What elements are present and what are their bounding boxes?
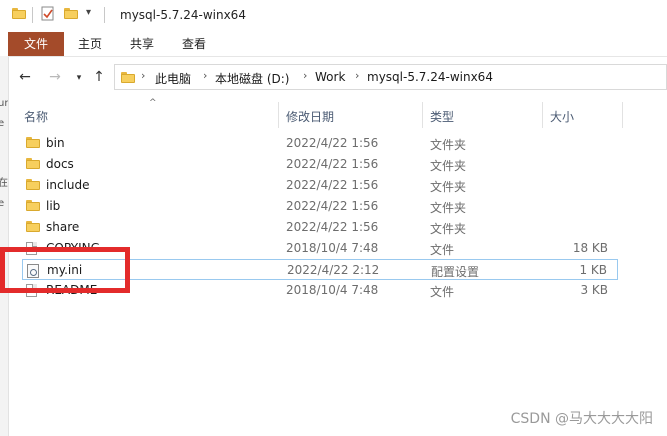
file-date: 2022/4/22 1:56 — [286, 178, 379, 192]
breadcrumb-current-folder[interactable]: mysql-5.7.24-winx64 — [367, 70, 493, 84]
file-date: 2022/4/22 1:56 — [286, 199, 379, 213]
tab-file[interactable]: 文件 — [8, 32, 64, 56]
file-name: lib — [46, 199, 61, 213]
file-name: share — [46, 220, 80, 234]
folder-icon — [26, 158, 40, 169]
breadcrumb-separator-icon[interactable]: › — [303, 69, 307, 82]
background-text: 在 — [0, 174, 8, 189]
file-size: 3 KB — [580, 283, 608, 297]
divider — [32, 7, 33, 23]
address-bar[interactable]: › 此电脑 › 本地磁盘 (D:) › Work › mysql-5.7.24-… — [114, 64, 667, 90]
list-item[interactable]: share 2022/4/22 1:56 文件夹 — [22, 217, 618, 238]
folder-icon — [26, 200, 40, 211]
folder-icon — [26, 221, 40, 232]
breadcrumb-local-disk[interactable]: 本地磁盘 (D:) — [215, 70, 289, 87]
column-headers: ^ 名称 修改日期 类型 大小 — [8, 98, 628, 130]
file-type: 文件 — [430, 243, 455, 257]
list-item[interactable]: bin 2022/4/22 1:56 文件夹 — [22, 133, 618, 154]
tab-home[interactable]: 主页 — [68, 32, 112, 56]
file-size: 18 KB — [572, 241, 608, 255]
file-date: 2018/10/4 7:48 — [286, 241, 379, 255]
sort-ascending-icon: ^ — [149, 98, 157, 108]
file-type: 文件夹 — [430, 201, 467, 215]
list-item[interactable]: docs 2022/4/22 1:56 文件夹 — [22, 154, 618, 175]
file-name: bin — [46, 136, 65, 150]
folder-icon — [121, 72, 135, 83]
file-date: 2022/4/22 1:56 — [286, 157, 379, 171]
back-arrow-icon[interactable]: ← — [16, 68, 34, 86]
highlight-annotation-box — [0, 247, 130, 293]
column-divider[interactable] — [422, 102, 423, 128]
background-text: e — [0, 198, 4, 209]
breadcrumb-this-pc[interactable]: 此电脑 — [155, 70, 191, 87]
column-divider[interactable] — [278, 102, 279, 128]
list-item[interactable]: include 2022/4/22 1:56 文件夹 — [22, 175, 618, 196]
file-name: include — [46, 178, 90, 192]
column-header-size[interactable]: 大小 — [550, 108, 574, 125]
up-arrow-icon[interactable]: ↑ — [90, 68, 108, 86]
list-item[interactable]: lib 2022/4/22 1:56 文件夹 — [22, 196, 618, 217]
file-date: 2022/4/22 1:56 — [286, 220, 379, 234]
recent-locations-chevron-icon[interactable]: ▾ — [70, 69, 88, 87]
title-bar: ▾ mysql-5.7.24-winx64 — [8, 0, 667, 30]
tab-share[interactable]: 共享 — [120, 32, 164, 56]
tab-view[interactable]: 查看 — [172, 32, 216, 56]
properties-icon[interactable] — [41, 6, 55, 24]
file-date: 2022/4/22 1:56 — [286, 136, 379, 150]
column-header-date[interactable]: 修改日期 — [286, 108, 334, 125]
breadcrumb-work[interactable]: Work — [315, 70, 345, 84]
breadcrumb-separator-icon[interactable]: › — [203, 69, 207, 82]
ribbon-tabs: 文件 主页 共享 查看 — [8, 32, 667, 57]
file-date: 2018/10/4 7:48 — [286, 283, 379, 297]
new-folder-icon[interactable] — [64, 8, 78, 19]
window-title: mysql-5.7.24-winx64 — [120, 8, 246, 22]
forward-arrow-icon[interactable]: → — [46, 68, 64, 86]
breadcrumb-separator-icon[interactable]: › — [355, 69, 359, 82]
folder-icon — [26, 137, 40, 148]
file-type: 文件夹 — [430, 222, 467, 236]
customize-toolbar-icon[interactable]: ▾ — [86, 7, 91, 18]
file-date: 2022/4/22 2:12 — [287, 263, 380, 277]
file-type: 文件夹 — [430, 159, 467, 173]
navigation-bar: ← → ▾ ↑ › 此电脑 › 本地磁盘 (D:) › Work › mysql… — [8, 62, 667, 94]
column-divider[interactable] — [622, 102, 623, 128]
column-header-name[interactable]: 名称 — [24, 108, 48, 125]
folder-icon — [12, 8, 26, 19]
file-type: 文件夹 — [430, 138, 467, 152]
column-divider[interactable] — [542, 102, 543, 128]
folder-icon — [26, 179, 40, 190]
divider — [104, 7, 105, 23]
watermark: CSDN @马大大大大阳 — [510, 411, 653, 427]
background-text: e — [0, 118, 4, 129]
breadcrumb-separator-icon[interactable]: › — [141, 69, 145, 82]
file-type: 配置设置 — [431, 265, 480, 279]
file-type: 文件 — [430, 285, 455, 299]
column-header-type[interactable]: 类型 — [430, 108, 454, 125]
file-type: 文件夹 — [430, 180, 467, 194]
file-size: 1 KB — [579, 263, 607, 277]
file-name: docs — [46, 157, 74, 171]
